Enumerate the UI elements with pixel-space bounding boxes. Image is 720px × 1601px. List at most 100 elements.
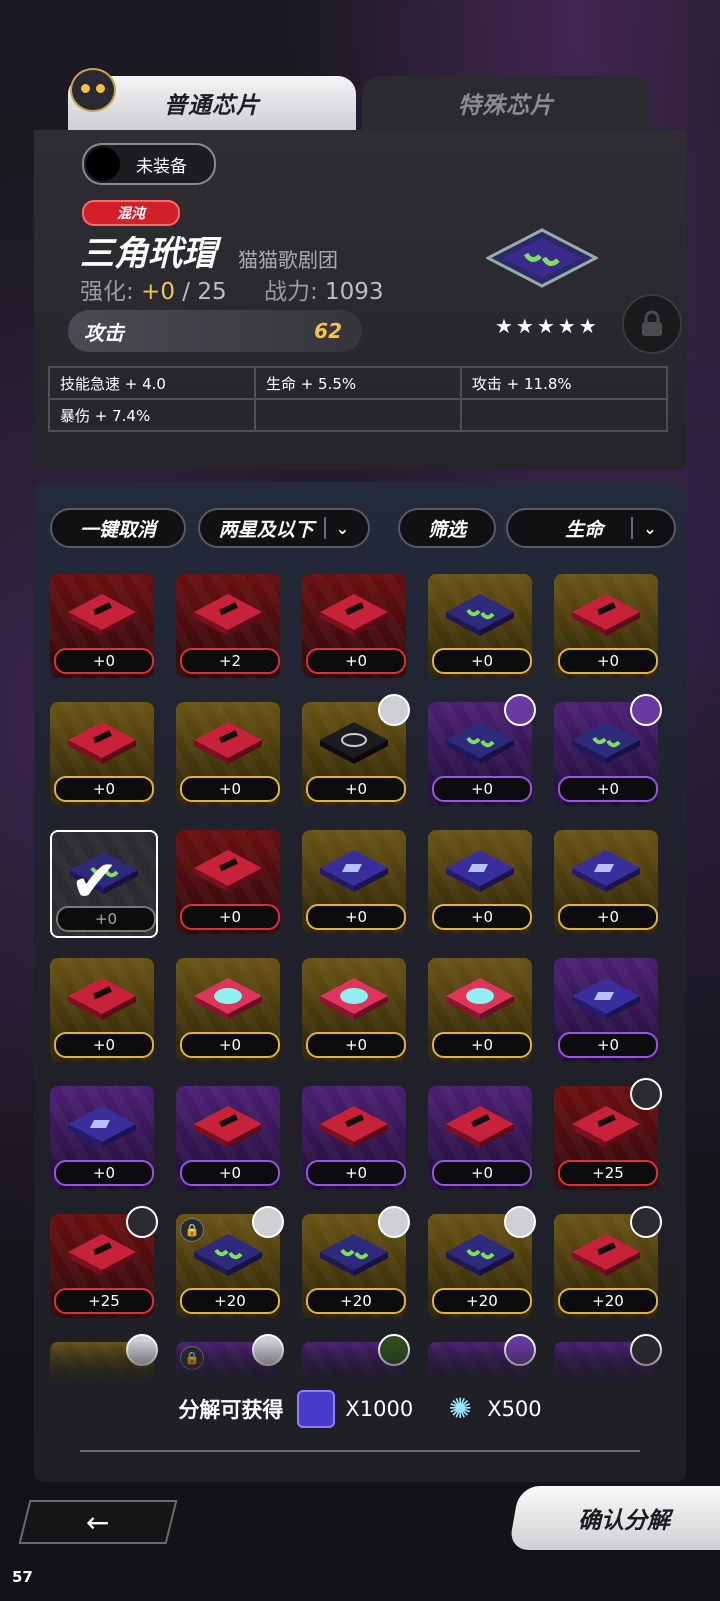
chip-art-icon <box>570 848 642 892</box>
chip-art-icon <box>444 592 516 636</box>
chip-card[interactable]: +0 <box>554 574 658 678</box>
cat-mascot-icon <box>70 68 116 112</box>
fps-counter: 57 <box>12 1568 33 1586</box>
character-avatar-badge <box>126 1206 158 1238</box>
chip-level: +0 <box>54 1032 154 1058</box>
chip-art-icon <box>444 1232 516 1276</box>
star-filter-label: 两星及以下 <box>218 518 314 541</box>
tab-special-chips[interactable]: 特殊芯片 <box>362 76 650 130</box>
chip-art-icon <box>570 720 642 764</box>
star-rating: ★★★★★ <box>495 314 600 338</box>
substat-table: 技能急速 + 4.0 生命 + 5.5% 攻击 + 11.8% 暴伤 + 7.4… <box>48 366 669 432</box>
chip-card[interactable]: +0 <box>302 958 406 1062</box>
chip-card[interactable]: +0 <box>176 702 280 806</box>
chip-art-icon <box>318 1232 390 1276</box>
main-stat-label: 攻击 <box>84 320 124 345</box>
chip-card[interactable]: +0 <box>302 1086 406 1190</box>
chip-card[interactable]: +0 <box>428 1086 532 1190</box>
character-avatar-badge <box>630 1078 662 1110</box>
chip-card[interactable]: +0 <box>50 702 154 806</box>
chip-level: +2 <box>180 648 280 674</box>
chip-card[interactable]: +0 <box>176 958 280 1062</box>
chip-card[interactable]: +0 <box>428 958 532 1062</box>
upgrade-cube-icon <box>297 1390 336 1428</box>
chip-card[interactable]: ✔ +0 <box>50 830 158 938</box>
substat-cell: 暴伤 + 7.4% <box>48 398 256 432</box>
back-button[interactable]: ← <box>18 1500 178 1544</box>
chip-level: +0 <box>180 904 280 930</box>
chip-level: +0 <box>306 776 406 802</box>
chip-level: +0 <box>558 1032 658 1058</box>
character-avatar-badge <box>630 694 662 726</box>
character-avatar-badge <box>504 694 536 726</box>
enhance-label: 强化: <box>80 279 134 305</box>
chip-card[interactable]: +0 <box>50 574 154 678</box>
confirm-dismantle-button[interactable]: 确认分解 <box>508 1486 720 1550</box>
star-filter-dropdown[interactable]: 两星及以下 ⌄ <box>198 508 370 548</box>
character-avatar-badge <box>378 694 410 726</box>
chip-level: +0 <box>54 648 154 674</box>
chip-art-icon <box>66 720 138 764</box>
crystal-icon: ✺ <box>448 1392 472 1425</box>
equip-status-label: 未装备 <box>136 156 187 177</box>
chip-level: +0 <box>54 1160 154 1186</box>
chip-preview-icon <box>484 228 600 294</box>
cancel-all-button[interactable]: 一键取消 <box>50 508 186 548</box>
rarity-tag: 混沌 <box>82 200 180 226</box>
chip-level: +0 <box>306 648 406 674</box>
chip-level: +20 <box>558 1288 658 1314</box>
chip-level: +0 <box>432 1160 532 1186</box>
divider <box>631 517 634 539</box>
chip-art-icon <box>192 848 264 892</box>
confirm-label: 确认分解 <box>578 1508 670 1534</box>
main-stat-value: 62 <box>314 319 342 343</box>
chip-card[interactable]: +2 <box>176 574 280 678</box>
chip-level: +0 <box>558 776 658 802</box>
divider <box>323 517 326 539</box>
chip-card[interactable]: +0 <box>554 830 658 934</box>
chip-card[interactable]: +0 <box>302 574 406 678</box>
divider <box>80 1450 640 1452</box>
chip-name: 三角玳瑁 <box>80 234 216 274</box>
chevron-down-icon: ⌄ <box>643 518 657 538</box>
arrow-left-icon: ← <box>86 1505 110 1539</box>
chevron-down-icon: ⌄ <box>335 518 350 538</box>
equip-status-toggle[interactable]: 未装备 <box>82 143 216 185</box>
chip-card[interactable]: +0 <box>554 958 658 1062</box>
chip-card[interactable]: +0 <box>50 958 154 1062</box>
chip-art-icon <box>444 1104 516 1148</box>
lock-icon: 🔒 <box>180 1218 204 1242</box>
chip-art-icon <box>570 1232 642 1276</box>
chip-card[interactable]: +0 <box>302 830 406 934</box>
lock-button[interactable] <box>622 294 682 354</box>
chip-card[interactable]: +0 <box>50 1086 154 1190</box>
reward-item1-qty: X1000 <box>345 1397 414 1421</box>
chip-level: +0 <box>180 1160 280 1186</box>
enhance-max: 25 <box>197 279 227 305</box>
substat-cell <box>253 398 462 432</box>
chip-art-icon <box>192 720 264 764</box>
enhance-current: +0 <box>141 279 175 305</box>
chip-art-icon <box>318 720 390 764</box>
chip-card[interactable]: +0 <box>176 830 280 934</box>
chip-card[interactable]: +0 <box>176 1086 280 1190</box>
chip-level: +0 <box>56 906 156 932</box>
chip-art-icon <box>444 848 516 892</box>
chip-set-name: 猫猫歌剧团 <box>238 248 338 272</box>
chip-level: +0 <box>558 904 658 930</box>
filter-button[interactable]: 筛选 <box>398 508 496 548</box>
character-avatar-badge <box>504 1206 536 1238</box>
chip-art-icon <box>318 976 390 1020</box>
chip-card[interactable]: +0 <box>428 830 532 934</box>
lock-icon <box>642 310 662 336</box>
chip-level: +0 <box>558 648 658 674</box>
chip-card[interactable]: +0 <box>428 574 532 678</box>
chip-art-icon <box>318 848 390 892</box>
chip-level: +0 <box>180 1032 280 1058</box>
character-avatar-badge <box>252 1206 284 1238</box>
chip-art-icon <box>66 1232 138 1276</box>
chip-level: +0 <box>432 776 532 802</box>
sort-dropdown[interactable]: 生命 ⌄ <box>506 508 676 548</box>
power-value: 1093 <box>325 279 384 305</box>
character-avatar-badge <box>630 1206 662 1238</box>
